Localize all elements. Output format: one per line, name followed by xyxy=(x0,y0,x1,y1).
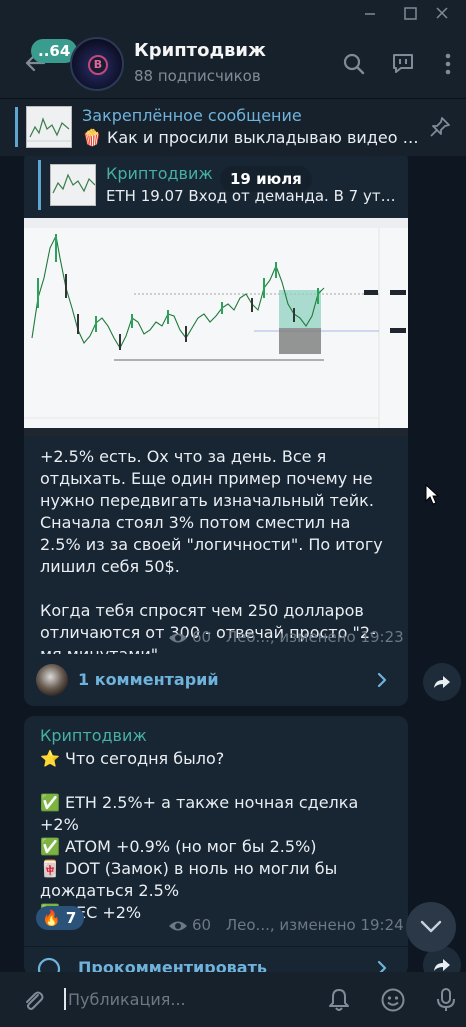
reply-sender: Криптодвиж xyxy=(106,164,213,183)
chevron-down-icon xyxy=(420,920,442,933)
views-eye-icon xyxy=(169,921,187,931)
channel-post: Криптодвиж ETH 19.07 Вход от деманда. В … xyxy=(24,156,408,678)
window-titlebar xyxy=(0,0,466,30)
post-meta: 60 Лео..., изменено 19:23 xyxy=(168,628,404,646)
pinned-thumbnail xyxy=(26,106,72,148)
forward-icon xyxy=(434,676,450,688)
chevron-right-icon xyxy=(377,960,387,972)
message-input[interactable]: Публикация... xyxy=(68,990,186,1009)
trading-chart-image[interactable] xyxy=(24,218,408,436)
post-author-time: Лео..., изменено 19:23 xyxy=(225,628,404,646)
fire-reaction[interactable]: 🔥 7 xyxy=(36,906,85,930)
microphone-icon[interactable] xyxy=(433,987,459,1013)
close-window-button[interactable] xyxy=(430,3,454,25)
pinned-message-bar[interactable]: Закреплённое сообщение 🍿 Как и просили в… xyxy=(0,98,466,156)
avatar-letter: B xyxy=(88,55,108,75)
subscriber-count: 88 подписчиков xyxy=(134,67,261,85)
commenter-avatar xyxy=(36,664,68,696)
post-text: ⭐ Что сегодня было? ✅ ETH 2.5%+ а также … xyxy=(40,749,359,922)
forward-icon xyxy=(434,959,450,971)
emoji-smile-icon[interactable] xyxy=(380,987,406,1013)
composer-bar: Публикация... xyxy=(0,972,466,1027)
unpin-icon[interactable] xyxy=(428,115,452,139)
comment-button[interactable]: Прокомментировать xyxy=(24,944,408,972)
message-feed[interactable]: Криптодвиж ETH 19.07 Вход от деманда. В … xyxy=(0,156,466,972)
discussion-icon[interactable] xyxy=(391,52,415,76)
chat-title[interactable]: Криптодвиж xyxy=(134,40,266,61)
view-count: 60 xyxy=(192,916,212,934)
minimize-icon xyxy=(365,13,375,15)
post-comments-footer: 1 комментарий xyxy=(24,654,408,706)
post-author-time: Лео..., изменено 19:24 xyxy=(225,916,404,934)
reply-preview[interactable]: Криптодвиж ETH 19.07 Вход от деманда. В … xyxy=(38,160,396,210)
pinned-title: Закреплённое сообщение xyxy=(82,106,302,125)
post-sender[interactable]: Криптодвиж xyxy=(40,726,147,745)
close-icon xyxy=(436,7,448,19)
reply-accent-bar xyxy=(38,160,41,210)
date-badge: 19 июля xyxy=(220,166,312,192)
channel-avatar[interactable]: B xyxy=(70,37,124,91)
minimize-button[interactable] xyxy=(358,3,382,25)
comments-button[interactable]: 1 комментарий xyxy=(24,656,408,704)
channel-post: Криптодвиж ⭐ Что сегодня было? ✅ ETH 2.5… xyxy=(24,716,408,972)
reply-thumbnail xyxy=(50,164,96,206)
pinned-text: 🍿 Как и просили выкладываю видео п... xyxy=(82,128,422,147)
comment-label: Прокомментировать xyxy=(78,958,267,972)
pinned-accent-bar xyxy=(15,107,18,147)
maximize-icon xyxy=(404,7,417,20)
views-eye-icon xyxy=(169,633,187,643)
comment-bubble-icon xyxy=(37,957,61,972)
post-meta: 60 Лео..., изменено 19:24 xyxy=(168,916,404,934)
notification-bell-icon[interactable] xyxy=(326,987,352,1013)
search-icon[interactable] xyxy=(342,52,366,76)
chevron-right-icon xyxy=(377,672,387,688)
scroll-to-bottom-button[interactable] xyxy=(406,902,456,952)
more-menu-icon[interactable] xyxy=(436,52,460,76)
chat-header: ..64 B Криптодвиж 88 подписчиков xyxy=(0,30,466,98)
maximize-button[interactable] xyxy=(398,3,422,25)
mouse-cursor-icon xyxy=(425,484,440,505)
comments-label: 1 комментарий xyxy=(78,670,219,689)
attach-paperclip-icon[interactable] xyxy=(20,987,46,1013)
forward-button[interactable] xyxy=(423,663,461,701)
text-caret xyxy=(64,988,66,1010)
view-count: 60 xyxy=(192,628,212,646)
